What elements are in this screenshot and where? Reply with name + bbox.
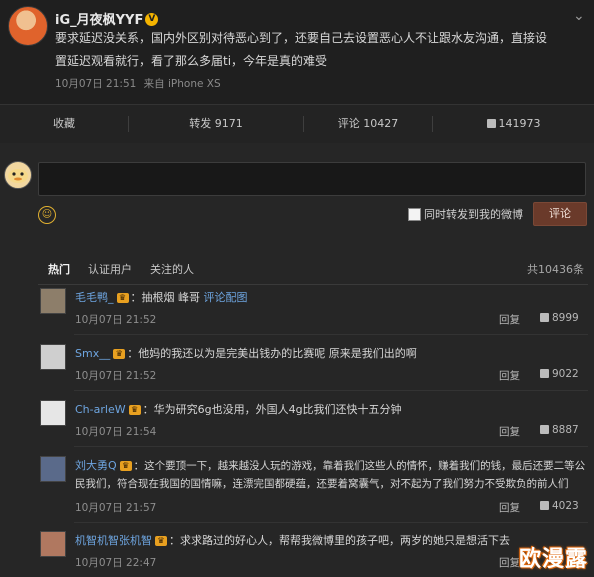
comment-time: 10月07日 21:52	[75, 370, 157, 382]
crown-icon: ♛	[116, 293, 129, 303]
commenter-name[interactable]: 毛毛鸭_	[75, 291, 114, 304]
crown-icon: ♛	[155, 536, 167, 546]
post-meta: 10月07日 21:51 来自 iPhone XS	[55, 76, 221, 91]
crown-icon: ♛	[113, 349, 126, 359]
poster-name[interactable]: iG_月夜枫YYF	[55, 13, 143, 28]
like-button[interactable]: 141973	[433, 105, 594, 143]
post-text-line-2: 置延迟观看就行，看了那么多届ti，今年是真的难受	[55, 54, 328, 68]
comment-time: 10月07日 21:52	[75, 314, 157, 326]
thumb-up-icon	[540, 425, 549, 434]
chevron-down-icon[interactable]: ⌄	[573, 8, 585, 24]
comment-like-button[interactable]: 4023	[540, 500, 579, 512]
divider	[74, 334, 588, 335]
post-time[interactable]: 10月07日 21:51	[55, 78, 136, 90]
list-item: 刘大勇Q ♛ ：这个要顶一下，越来越没人玩的游戏，靠着我们这些人的情怀，赚着我们的钱…	[75, 457, 585, 493]
also-repost-checkbox[interactable]	[408, 208, 421, 221]
commenter-avatar[interactable]	[40, 288, 66, 314]
emoji-icon[interactable]: ☺	[38, 206, 56, 224]
reply-button[interactable]: 回复	[499, 555, 520, 570]
my-avatar	[4, 161, 32, 189]
thumb-up-icon	[540, 501, 549, 510]
divider	[74, 522, 588, 523]
post-text-line-1: 要求延迟没关系，国内外区别对待恶心到了，还要自己去设置恶心人不让跟水友沟通，直接…	[55, 31, 548, 45]
comment-time: 10月07日 21:54	[75, 426, 157, 438]
post-text: 要求延迟没关系，国内外区别对待恶心到了，还要自己去设置恶心人不让跟水友沟通，直接…	[55, 27, 590, 73]
thumb-up-icon	[540, 313, 549, 322]
comment-time: 10月07日 22:47	[75, 557, 157, 569]
comment-like-count: 4023	[552, 500, 579, 512]
watermark: 欧漫露	[518, 547, 588, 572]
tab-hot[interactable]: 热门	[48, 261, 70, 277]
comment-text: ：这个要顶一下，越来越没人玩的游戏，靠着我们这些人的情怀，赚着我们的钱，最后还要…	[133, 460, 586, 472]
commenter-avatar[interactable]	[40, 400, 66, 426]
comment-image-link[interactable]: 评论配图	[204, 291, 248, 304]
poster-name-row: iG_月夜枫YYF V	[55, 9, 159, 28]
divider	[74, 446, 588, 447]
list-item: Ch-arleW ♛ ：华为研究6g也没用，外国人4g比我们还快十五分钟	[75, 401, 402, 419]
comment-text: ：求求路过的好心人，帮帮我微博里的孩子吧，两岁的她只是想活下去	[169, 534, 510, 547]
commenter-name[interactable]: 机智机智张机智	[75, 534, 152, 547]
divider	[74, 390, 588, 391]
crown-icon: ♛	[128, 405, 141, 415]
reply-button[interactable]: 回复	[499, 424, 520, 439]
comment-button[interactable]: 评论 10427	[304, 105, 432, 143]
crown-icon: ♛	[119, 461, 132, 471]
comment-like-button[interactable]: 8887	[540, 424, 579, 436]
commenter-avatar[interactable]	[40, 456, 66, 482]
comment-time: 10月07日 21:57	[75, 502, 157, 514]
also-repost-label: 同时转发到我的微博	[424, 208, 523, 221]
comment-like-count: 8887	[552, 424, 579, 436]
reply-button[interactable]: 回复	[499, 368, 520, 383]
poster-avatar[interactable]	[8, 6, 48, 46]
comment-like-button[interactable]: 9022	[540, 368, 579, 380]
comment-total: 共10436条	[527, 263, 584, 276]
commenter-name[interactable]: 刘大勇Q	[75, 459, 117, 472]
favorite-button[interactable]: 收藏	[0, 105, 128, 143]
comment-like-count: 8999	[552, 312, 579, 324]
thumb-up-icon	[486, 119, 496, 128]
commenter-avatar[interactable]	[40, 344, 66, 370]
verified-v-icon: V	[145, 13, 159, 26]
commenter-name[interactable]: Ch-arleW	[75, 403, 126, 416]
list-item: 机智机智张机智 ♛ ：求求路过的好心人，帮帮我微博里的孩子吧，两岁的她只是想活下去	[75, 532, 510, 550]
post-source: 来自 iPhone XS	[143, 78, 221, 90]
comment-text-line-2: 民我们，符合现在我国的国情嘛，连漂完国都硬蕴，还要着窝囊气，对不起为了我们努力不…	[75, 478, 569, 490]
comment-text: ：抽根烟 峰哥	[130, 291, 201, 304]
list-item: Smx__ ♛ ：他妈的我还以为是完美出钱办的比赛呢 原来是我们出的啊	[75, 345, 417, 363]
like-count: 141973	[498, 117, 541, 130]
reply-button[interactable]: 回复	[499, 312, 520, 327]
repost-button[interactable]: 转发 9171	[129, 105, 303, 143]
reply-button[interactable]: 回复	[499, 500, 520, 515]
action-bar: 收藏 转发 9171 评论 10427 141973	[0, 104, 594, 144]
list-item: 毛毛鸭_ ♛ ：抽根烟 峰哥 评论配图	[75, 289, 248, 307]
tabs-divider	[38, 284, 588, 285]
submit-comment-button[interactable]: 评论	[533, 202, 587, 226]
comment-text: ：华为研究6g也没用，外国人4g比我们还快十五分钟	[142, 403, 402, 416]
comment-text: ：他妈的我还以为是完美出钱办的比赛呢 原来是我们出的啊	[127, 347, 417, 360]
tab-verified[interactable]: 认证用户	[88, 261, 132, 277]
duck-avatar-icon	[8, 169, 28, 183]
comment-like-button[interactable]: 8999	[540, 312, 579, 324]
tab-following[interactable]: 关注的人	[150, 261, 194, 277]
commenter-name[interactable]: Smx__	[75, 347, 110, 360]
comment-input[interactable]	[38, 162, 586, 196]
commenter-avatar[interactable]	[40, 531, 66, 557]
thumb-up-icon	[540, 369, 549, 378]
comment-like-count: 9022	[552, 368, 579, 380]
